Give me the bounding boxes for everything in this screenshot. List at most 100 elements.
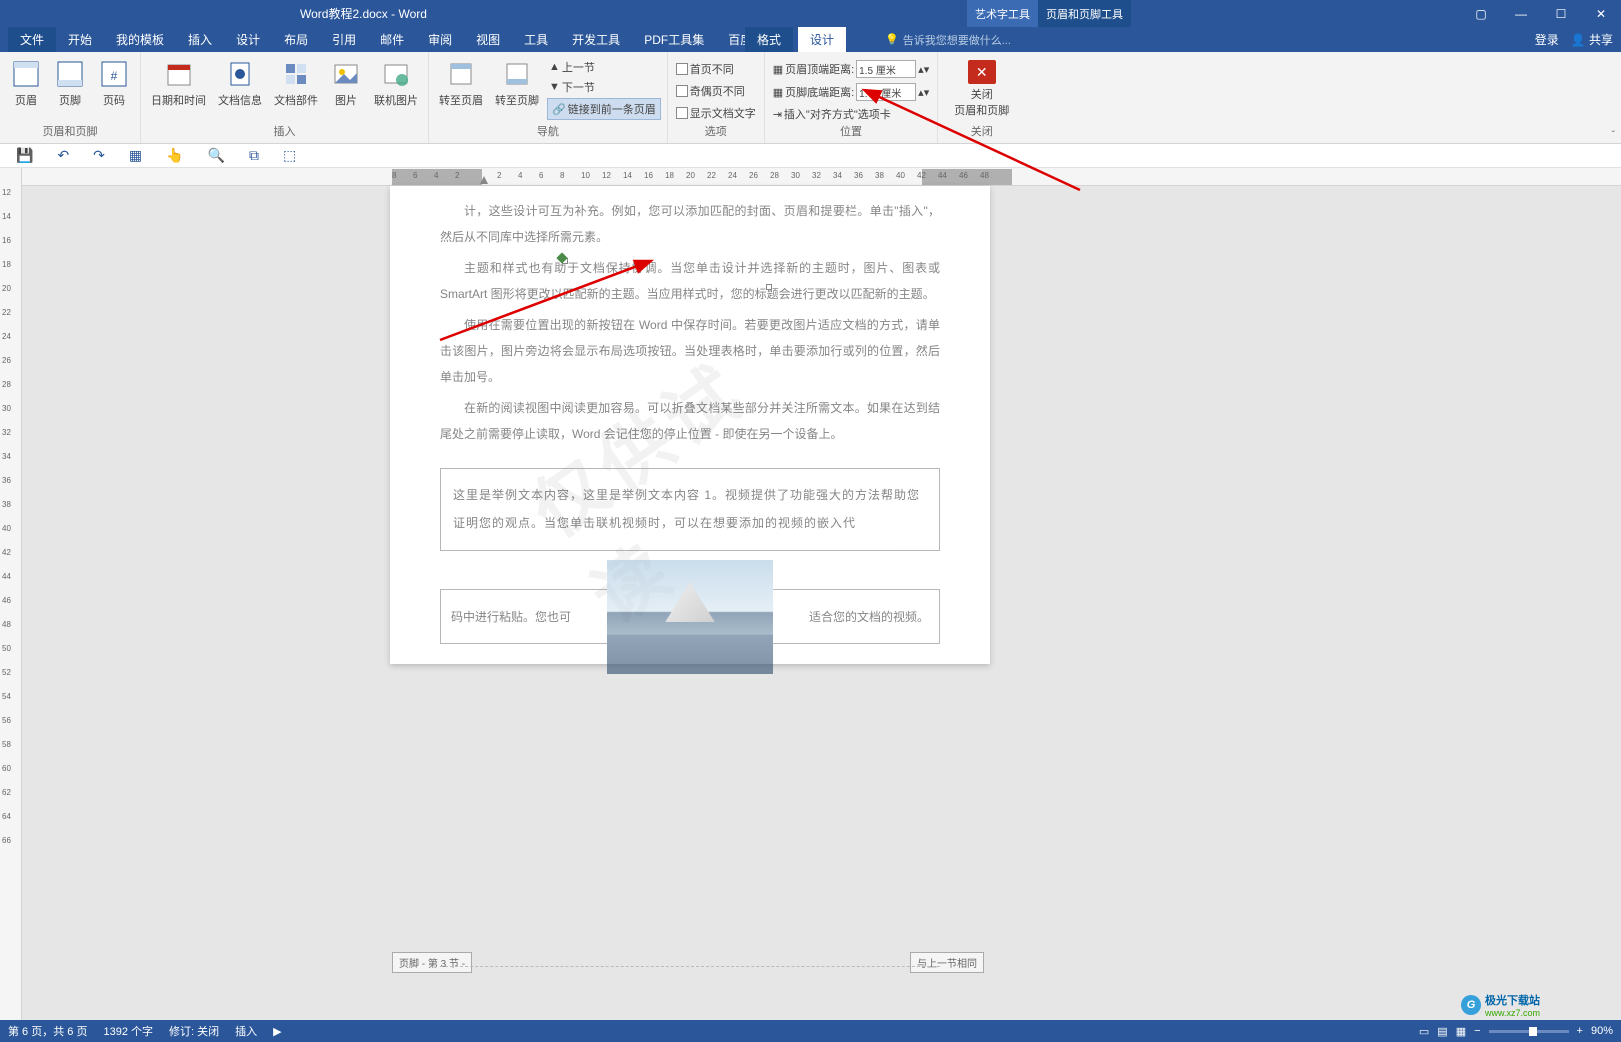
docparts-button[interactable]: 文档部件: [270, 56, 322, 110]
undo-icon[interactable]: ↶: [57, 147, 69, 164]
horizontal-ruler[interactable]: 8642246810121416182022242628303234363840…: [392, 168, 1611, 186]
save-icon[interactable]: 💾: [16, 147, 33, 164]
view-web-icon[interactable]: ▦: [1456, 1025, 1466, 1038]
align-tab-icon: ⇥: [773, 108, 782, 121]
tab-format[interactable]: 格式: [745, 27, 793, 52]
tab-mytemplate[interactable]: 我的模板: [104, 27, 176, 52]
tell-me-search[interactable]: 💡 告诉我您想要做什么...: [885, 32, 1011, 48]
login-link[interactable]: 登录: [1535, 31, 1559, 48]
tab-references[interactable]: 引用: [320, 27, 368, 52]
next-section-button[interactable]: ▼下一节: [547, 78, 661, 96]
goto-header-icon: [445, 58, 477, 90]
different-oddeven-checkbox[interactable]: 奇偶页不同: [674, 82, 758, 100]
footer-section-tag[interactable]: 页脚 - 第 3 节 -: [392, 952, 472, 973]
page-count[interactable]: 第 6 页，共 6 页: [8, 1023, 87, 1039]
onlinepic-button[interactable]: 联机图片: [370, 56, 422, 110]
copy-icon[interactable]: ⧉: [249, 147, 259, 164]
tab-mailings[interactable]: 邮件: [368, 27, 416, 52]
tab-home[interactable]: 开始: [56, 27, 104, 52]
tab-developer[interactable]: 开发工具: [560, 27, 632, 52]
brand-name: 极光下载站: [1485, 992, 1540, 1008]
collapse-ribbon-button[interactable]: ˇ: [1612, 130, 1615, 141]
layout-icon[interactable]: ⬚: [283, 147, 296, 164]
tab-hf-design[interactable]: 设计: [798, 27, 846, 52]
show-doctext-checkbox[interactable]: 显示文档文字: [674, 104, 758, 122]
close-window-button[interactable]: ✕: [1581, 0, 1621, 27]
tab-view[interactable]: 视图: [464, 27, 512, 52]
contextual-tab-wordart[interactable]: 艺术字工具: [967, 0, 1038, 27]
group-label-hf: 页眉和页脚: [43, 123, 98, 141]
prev-section-button[interactable]: ▲上一节: [547, 58, 661, 76]
calendar-icon: [163, 58, 195, 90]
document-page[interactable]: 仅供试读 计，这些设计可互为补充。例如，您可以添加匹配的封面、页眉和提要栏。单击…: [390, 186, 990, 664]
insert-align-tab-button[interactable]: ⇥插入"对齐方式"选项卡: [771, 105, 932, 123]
ribbon-tab-strip: 文件 开始 我的模板 插入 设计 布局 引用 邮件 审阅 视图 工具 开发工具 …: [0, 27, 1621, 52]
macro-icon[interactable]: ▶: [273, 1025, 281, 1038]
view-readmode-icon[interactable]: ▭: [1419, 1025, 1429, 1038]
tab-insert[interactable]: 插入: [176, 27, 224, 52]
print-preview-icon[interactable]: 🔍: [208, 147, 225, 164]
tab-file[interactable]: 文件: [8, 27, 56, 52]
table-icon[interactable]: ▦: [129, 147, 142, 164]
different-first-checkbox[interactable]: 首页不同: [674, 60, 758, 78]
zoom-out-button[interactable]: −: [1474, 1025, 1480, 1037]
maximize-button[interactable]: ☐: [1541, 0, 1581, 27]
checkbox-icon: [676, 107, 688, 119]
svg-text:#: #: [111, 69, 118, 83]
vertical-ruler[interactable]: 1214161820222426283032343638404244464850…: [0, 168, 22, 1020]
insert-mode[interactable]: 插入: [235, 1023, 257, 1039]
close-hf-button[interactable]: ✕: [968, 60, 996, 84]
watermark-brand: G 极光下载站 www.xz7.com: [1461, 990, 1621, 1020]
group-close: ✕ 关闭 页眉和页脚 关闭: [938, 52, 1025, 143]
tab-design[interactable]: 设计: [224, 27, 272, 52]
contextual-tab-headerfooter[interactable]: 页眉和页脚工具: [1038, 0, 1131, 27]
header-distance-input[interactable]: 1.5 厘米: [856, 60, 916, 78]
ribbon: 页眉 页脚 #页码 页眉和页脚 日期和时间 文档信息 文档部件 图片 联机图片 …: [0, 52, 1621, 144]
zoom-level[interactable]: 90%: [1591, 1025, 1613, 1037]
selection-handle[interactable]: [766, 284, 772, 290]
first-line-indent-marker[interactable]: [480, 176, 488, 184]
link-previous-button[interactable]: 🔗链接到前一条页眉: [547, 98, 661, 120]
tab-review[interactable]: 审阅: [416, 27, 464, 52]
textbox-content: 这里是举例文本内容，这里是举例文本内容 1。视频提供了功能强大的方法帮助您证明您…: [453, 481, 927, 539]
text-box-1[interactable]: 这里是举例文本内容，这里是举例文本内容 1。视频提供了功能强大的方法帮助您证明您…: [440, 468, 940, 552]
tell-me-placeholder: 告诉我您想要做什么...: [903, 32, 1011, 48]
footer-distance-input[interactable]: 1.75 厘米: [856, 83, 916, 101]
minimize-button[interactable]: —: [1501, 0, 1541, 27]
goto-footer-button[interactable]: 转至页脚: [491, 56, 543, 110]
redo-icon[interactable]: ↷: [93, 147, 105, 164]
spinner-icon[interactable]: ▴▾: [918, 63, 929, 76]
share-button[interactable]: 👤 共享: [1571, 31, 1613, 48]
group-options: 首页不同 奇偶页不同 显示文档文字 选项: [668, 52, 765, 143]
tab-layout[interactable]: 布局: [272, 27, 320, 52]
textbox-right-text: 适合您的文档的视频。: [809, 608, 929, 625]
goto-header-button[interactable]: 转至页眉: [435, 56, 487, 110]
zoom-slider[interactable]: [1489, 1030, 1569, 1033]
same-as-previous-tag[interactable]: 与上一节相同: [910, 952, 984, 973]
track-changes-status[interactable]: 修订: 关闭: [169, 1023, 219, 1039]
group-label-close: 关闭: [971, 123, 993, 141]
zoom-in-button[interactable]: +: [1577, 1025, 1583, 1037]
checkbox-icon: [676, 85, 688, 97]
header-dist-icon: ▦: [773, 63, 783, 76]
view-print-icon[interactable]: ▤: [1437, 1025, 1447, 1038]
tab-pdftools[interactable]: PDF工具集: [632, 27, 716, 52]
spinner-icon[interactable]: ▴▾: [918, 86, 929, 99]
touch-icon[interactable]: 👆: [166, 147, 183, 164]
status-bar: 第 6 页，共 6 页 1392 个字 修订: 关闭 插入 ▶ ▭ ▤ ▦ − …: [0, 1020, 1621, 1042]
text-box-2[interactable]: 码中进行粘贴。您也可 适合您的文档的视频。: [440, 589, 940, 644]
ribbon-options-icon[interactable]: ▢: [1461, 0, 1501, 27]
footer-button[interactable]: 页脚: [50, 56, 90, 110]
close-label-1: 关闭: [971, 86, 993, 102]
close-x-icon: ✕: [976, 64, 988, 81]
pagenumber-button[interactable]: #页码: [94, 56, 134, 110]
picture-button[interactable]: 图片: [326, 56, 366, 110]
window-controls: ▢ — ☐ ✕: [1461, 0, 1621, 27]
tab-tools[interactable]: 工具: [512, 27, 560, 52]
docinfo-button[interactable]: 文档信息: [214, 56, 266, 110]
header-button[interactable]: 页眉: [6, 56, 46, 110]
account-area: 登录 👤 共享: [1535, 31, 1613, 48]
datetime-button[interactable]: 日期和时间: [147, 56, 210, 110]
word-count[interactable]: 1392 个字: [103, 1023, 153, 1039]
inline-image[interactable]: [607, 560, 773, 674]
